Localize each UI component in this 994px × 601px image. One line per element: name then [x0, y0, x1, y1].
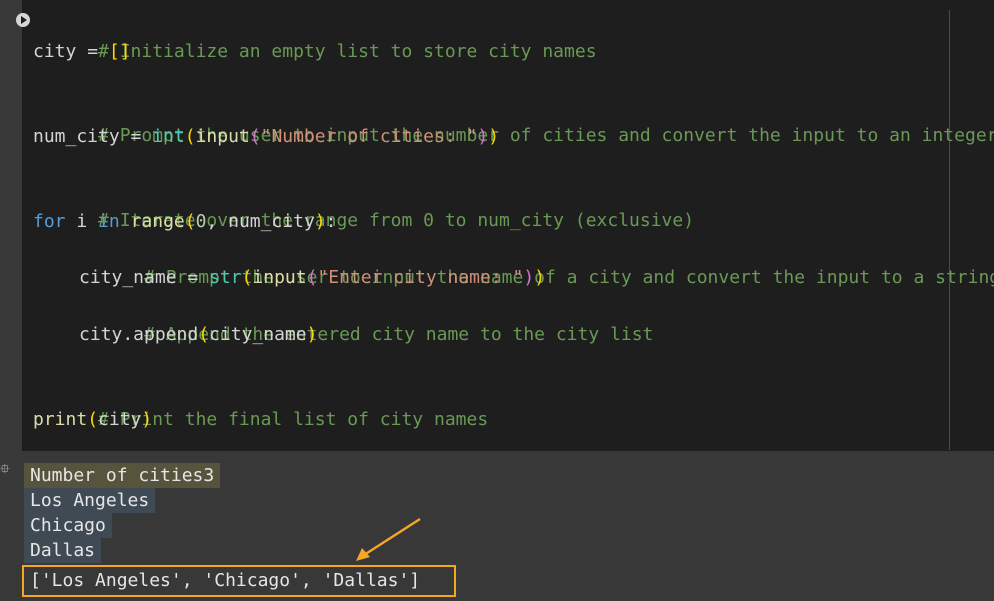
output-input-line: Los Angeles	[24, 488, 156, 513]
code-token: input	[195, 126, 250, 147]
code-token: str	[209, 267, 242, 288]
code-token: )	[314, 211, 326, 232]
code-token: =	[176, 267, 210, 288]
code-line-7: # Prompt the user to input the name of a…	[33, 236, 994, 288]
code-token: "Enter city name: "	[317, 267, 524, 288]
code-token: (	[184, 126, 196, 147]
code-token: "Number of cities: "	[260, 126, 478, 147]
code-token: =	[119, 126, 153, 147]
code-token: i	[65, 211, 99, 232]
run-cell-button[interactable]	[16, 13, 30, 27]
code-line-2: city = []	[33, 38, 131, 66]
code-token: =	[76, 41, 109, 62]
code-token: int	[152, 126, 185, 147]
output-result: ['Los Angeles', 'Chicago', 'Dallas']	[30, 570, 421, 591]
code-token: city_name	[79, 267, 177, 288]
code-line-5: # Iterate over the range from 0 to num_c…	[33, 179, 694, 231]
play-icon	[21, 16, 27, 24]
code-cell[interactable]: # Initialize an empty list to store city…	[16, 0, 994, 451]
code-token: (	[306, 267, 318, 288]
code-token: input	[252, 267, 307, 288]
code-token: )	[141, 409, 153, 430]
arrow-annotation	[356, 517, 421, 561]
code-line-6: for i in range(0, num_city):	[33, 208, 337, 236]
code-token: (	[241, 267, 253, 288]
code-token: in	[98, 211, 120, 232]
code-comment: # Print the final list of city names	[98, 409, 489, 430]
code-token: range	[130, 211, 185, 232]
left-gutter	[0, 0, 22, 601]
arrow-annotation-line	[363, 517, 421, 557]
code-token: )	[523, 267, 535, 288]
code-token: )	[306, 324, 318, 345]
code-token: )	[488, 126, 500, 147]
code-token: []	[108, 41, 131, 62]
code-line-4: num_city = int(input("Number of cities: …	[33, 123, 499, 151]
code-token: city_name	[209, 324, 307, 345]
code-line-11: # Print the final list of city names	[33, 378, 488, 430]
code-token: city	[33, 41, 77, 62]
cell-output: ⯐ Number of cities3 Los Angeles Chicago …	[0, 451, 994, 601]
code-token: )	[477, 126, 489, 147]
code-token: num_city	[33, 126, 120, 147]
code-line-10: city.append(city_name)	[33, 321, 317, 349]
code-line-9: # Append the entered city name to the ci…	[33, 293, 653, 345]
code-line-1: # Initialize an empty list to store city…	[33, 10, 597, 62]
code-token: , num_city	[206, 211, 315, 232]
code-token: (	[87, 409, 99, 430]
code-token: print	[33, 409, 88, 430]
code-token: (	[249, 126, 261, 147]
code-line-8: city_name = str(input("Enter city name: …	[33, 264, 545, 292]
code-token: city	[98, 409, 142, 430]
code-comment: # Initialize an empty list to store city…	[98, 41, 597, 62]
code-token: :	[325, 211, 337, 232]
code-token: city.append	[79, 324, 199, 345]
code-token: for	[33, 211, 66, 232]
result-highlight-box: ['Los Angeles', 'Chicago', 'Dallas']	[22, 565, 456, 597]
output-input-line: Chicago	[24, 513, 112, 538]
code-line-12: print(city)	[33, 406, 152, 434]
notebook-view: # Initialize an empty list to store city…	[0, 0, 994, 601]
code-cell-scrollbar[interactable]	[949, 10, 950, 450]
output-prompt-line: Number of cities3	[24, 463, 221, 488]
output-settings-icon[interactable]: ⯐	[0, 463, 12, 476]
code-line-3: # Prompt the user to input the number of…	[33, 94, 994, 146]
code-token: (	[184, 211, 196, 232]
code-token: 0	[195, 211, 207, 232]
arrow-annotation-head	[356, 548, 370, 561]
code-token: )	[534, 267, 546, 288]
output-input-line: Dallas	[24, 538, 102, 563]
code-token: (	[198, 324, 210, 345]
